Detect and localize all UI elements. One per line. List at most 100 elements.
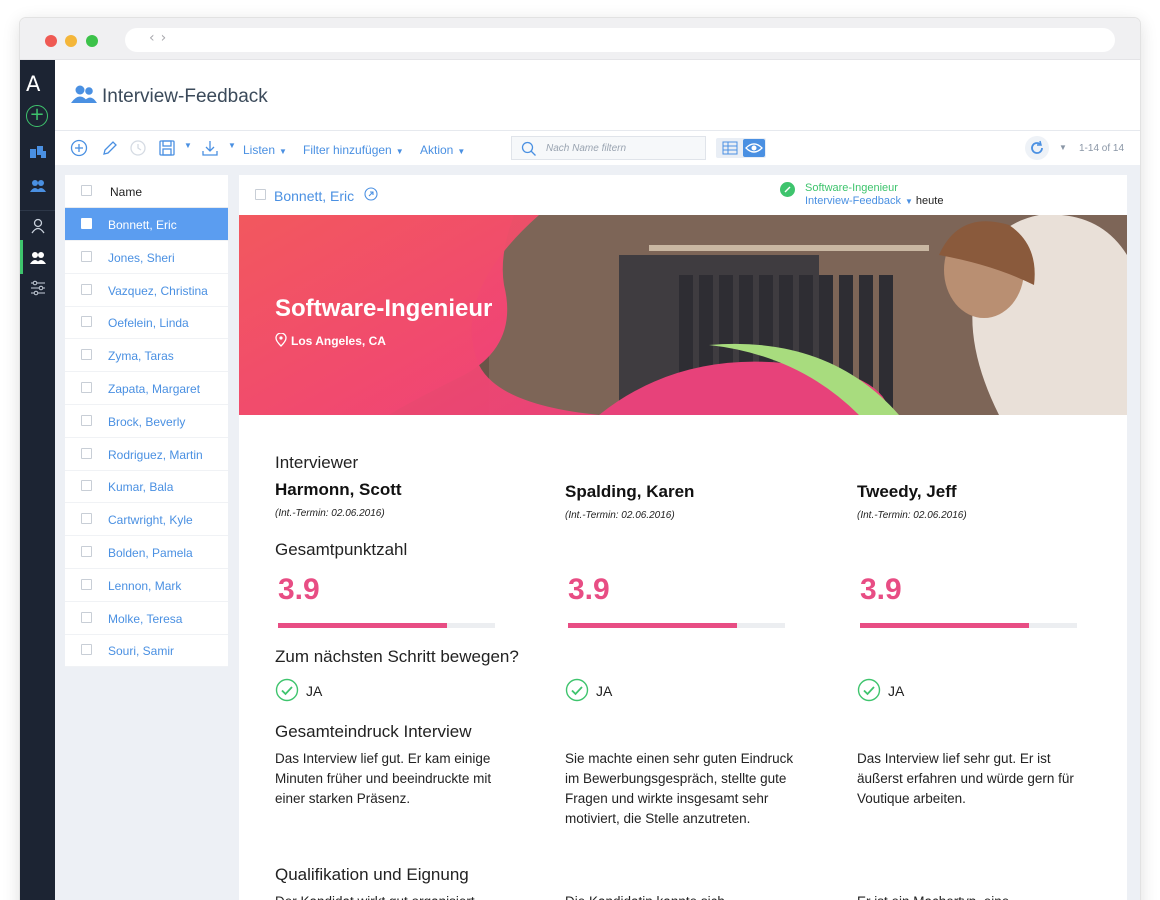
download-caret-icon[interactable]: ▼: [228, 141, 236, 150]
row-checkbox[interactable]: [81, 283, 92, 295]
score-bar: [860, 623, 1077, 628]
job-hero-banner: Software-Ingenieur Los Angeles, CA: [239, 215, 1127, 415]
person-icon[interactable]: [29, 217, 47, 235]
impression-text: Das Interview lief gut. Er kam einige Mi…: [275, 751, 492, 806]
address-bar[interactable]: ‹›: [125, 28, 1115, 52]
refresh-caret-icon[interactable]: ▼: [1059, 143, 1067, 152]
list-item-label: Bonnett, Eric: [108, 218, 177, 232]
list-item-label: Molke, Teresa: [108, 611, 183, 626]
score-bar-fill: [860, 623, 1030, 628]
chevron-down-icon: ▼: [279, 147, 287, 156]
list-item[interactable]: Zapata, Margaret: [65, 372, 228, 405]
cards-icon[interactable]: [29, 143, 47, 161]
qualification-text: Die Kandidatin kannte sich: [565, 892, 805, 900]
list-item[interactable]: Souri, Samir: [65, 634, 228, 668]
interview-date: (Int.-Termin: 02.06.2016): [275, 508, 385, 519]
row-checkbox[interactable]: [81, 250, 92, 262]
save-caret-icon[interactable]: ▼: [184, 141, 192, 150]
interviewer-card: Harmonn, Scott (Int.-Termin: 02.06.2016): [275, 480, 515, 519]
select-all-checkbox[interactable]: [81, 185, 92, 196]
team-icon[interactable]: [29, 249, 47, 267]
impression-text: Sie machte einen sehr guten Eindruck im …: [565, 751, 794, 826]
maximize-window-button[interactable]: [86, 35, 98, 47]
row-checkbox[interactable]: [81, 578, 92, 590]
list-item[interactable]: Kumar, Bala: [65, 470, 228, 504]
qualification-heading: Qualifikation und Eignung: [275, 865, 469, 884]
users-icon[interactable]: [29, 177, 47, 195]
interviewer-heading: Interviewer: [275, 453, 359, 472]
interviewer-name[interactable]: Tweedy, Jeff: [857, 482, 1097, 502]
action-menu-label: Aktion: [420, 143, 454, 157]
edit-pencil-icon[interactable]: [100, 138, 120, 158]
impression-text: Das Interview lief sehr gut. Er ist äuße…: [857, 751, 1074, 806]
minimize-window-button[interactable]: [65, 35, 77, 47]
candidate-checkbox[interactable]: [255, 189, 266, 200]
toolbar: ▼ ▼ Listen ▼ Filter hinzufügen ▼ Aktion ▼ N…: [55, 130, 1140, 165]
list-item[interactable]: Cartwright, Kyle: [65, 503, 228, 537]
lists-menu-label: Listen: [243, 143, 276, 157]
view-toggle: [716, 138, 766, 158]
filter-menu[interactable]: Filter hinzufügen ▼: [303, 143, 404, 157]
qualification-text: Er ist ein Machertyp, eine: [857, 892, 1097, 900]
search-input[interactable]: Nach Name filtern: [511, 136, 706, 160]
pager: 1-14 of 14: [1079, 143, 1125, 154]
row-checkbox[interactable]: [81, 218, 92, 229]
action-menu[interactable]: Aktion ▼: [420, 143, 465, 157]
list-item[interactable]: Zyma, Taras: [65, 339, 228, 373]
save-icon[interactable]: [157, 138, 177, 158]
check-circle-icon: [565, 678, 589, 702]
close-window-button[interactable]: [45, 35, 57, 47]
score-value: 3.9: [278, 573, 320, 606]
refresh-icon: [1031, 140, 1043, 154]
back-forward-icon[interactable]: ‹›: [149, 30, 172, 46]
list-item-label: Bolden, Pamela: [108, 546, 193, 560]
hero-location: Los Angeles, CA: [291, 334, 386, 348]
lists-menu[interactable]: Listen ▼: [243, 143, 287, 157]
score-bar-fill: [278, 623, 448, 628]
chevron-down-icon[interactable]: ▼: [905, 197, 913, 206]
interview-date: (Int.-Termin: 02.06.2016): [565, 510, 675, 521]
name-column-header[interactable]: Name: [110, 185, 142, 199]
add-circle-icon[interactable]: [69, 138, 89, 158]
row-checkbox[interactable]: [81, 546, 92, 557]
preview-view-button[interactable]: [743, 139, 765, 157]
list-view-icon[interactable]: [720, 141, 740, 155]
eye-icon: [745, 143, 763, 153]
list-item[interactable]: Molke, Teresa: [65, 602, 228, 635]
list-item[interactable]: Bolden, Pamela: [65, 536, 228, 569]
score-bar: [278, 623, 495, 628]
row-checkbox[interactable]: [81, 644, 92, 656]
candidate-name-link[interactable]: Bonnett, Eric: [274, 188, 354, 204]
list-item-label: Lennon, Mark: [108, 578, 182, 593]
list-item[interactable]: Jones, Sheri: [65, 241, 228, 274]
settings-sliders-icon[interactable]: [29, 279, 47, 297]
list-item[interactable]: Oefelein, Linda: [65, 306, 228, 340]
row-checkbox[interactable]: [81, 316, 92, 328]
list-item[interactable]: Lennon, Mark: [65, 569, 228, 602]
open-external-icon[interactable]: [364, 187, 378, 201]
list-item-label: Brock, Beverly: [108, 414, 186, 429]
interviewer-name[interactable]: Harmonn, Scott: [275, 480, 515, 500]
row-checkbox[interactable]: [81, 414, 92, 426]
download-icon[interactable]: [200, 138, 220, 158]
row-checkbox[interactable]: [81, 382, 92, 393]
rail-active-indicator: [20, 240, 23, 274]
list-item[interactable]: Brock, Beverly: [65, 405, 228, 438]
row-checkbox[interactable]: [81, 513, 92, 525]
row-checkbox[interactable]: [81, 611, 92, 623]
refresh-button[interactable]: [1025, 136, 1049, 160]
feedback-link-label: Interview-Feedback: [805, 195, 901, 207]
app-logo[interactable]: A: [26, 72, 40, 96]
row-checkbox[interactable]: [81, 447, 92, 459]
list-item[interactable]: Rodriguez, Martin: [65, 438, 228, 471]
interviewer-name[interactable]: Spalding, Karen: [565, 482, 805, 502]
row-checkbox[interactable]: [81, 349, 92, 361]
row-checkbox[interactable]: [81, 480, 92, 492]
feedback-link[interactable]: Interview-Feedback ▼ heute: [805, 195, 943, 207]
list-item[interactable]: Vazquez, Christina: [65, 274, 228, 307]
job-link[interactable]: Software-Ingenieur: [805, 182, 898, 194]
history-icon[interactable]: [128, 138, 148, 158]
add-icon[interactable]: +: [26, 105, 48, 127]
next-step-heading: Zum nächsten Schritt bewegen?: [275, 647, 519, 666]
list-item[interactable]: Bonnett, Eric: [65, 208, 228, 241]
